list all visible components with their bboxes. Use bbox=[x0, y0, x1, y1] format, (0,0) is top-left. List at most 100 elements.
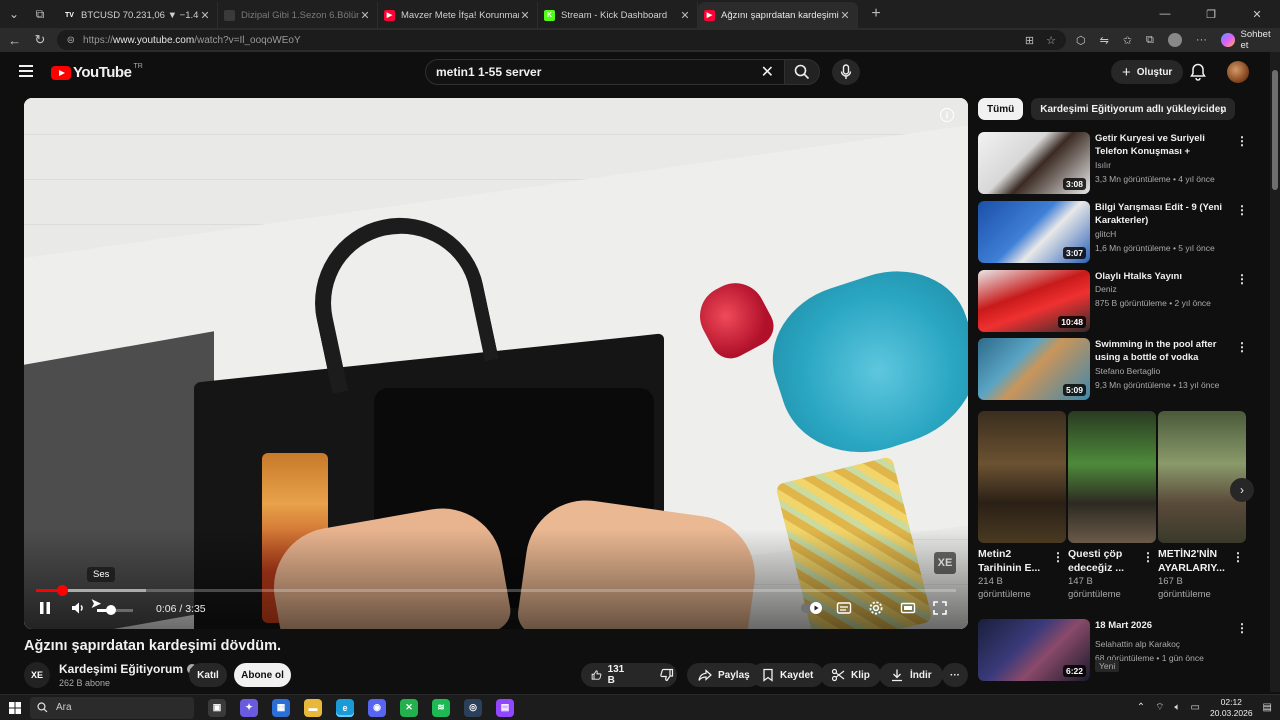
create-button[interactable]: + Oluştur bbox=[1111, 60, 1184, 84]
notifications-center-icon[interactable]: ▤ bbox=[1263, 702, 1272, 713]
video-menu-icon[interactable]: ⋮ bbox=[1236, 272, 1248, 286]
battery-icon[interactable]: ▭ bbox=[1191, 702, 1200, 713]
more-menu-icon[interactable]: ··· bbox=[1196, 34, 1207, 46]
subscribe-button[interactable]: Abone ol bbox=[234, 663, 291, 687]
video-menu-icon[interactable]: ⋮ bbox=[1236, 134, 1248, 148]
short-item[interactable]: Metin2 Tarihinin E... 214 B görüntüleme ⋮ bbox=[978, 411, 1066, 601]
maximize-icon[interactable]: ❐ bbox=[1188, 8, 1234, 21]
tab-close-icon[interactable]: ✕ bbox=[679, 9, 691, 22]
share-button[interactable]: Paylaş bbox=[687, 663, 761, 687]
account-avatar[interactable] bbox=[1227, 61, 1249, 83]
taskbar-app-copilot-icon[interactable]: ✦ bbox=[240, 698, 258, 717]
favorites-icon[interactable]: ✩ bbox=[1123, 34, 1132, 47]
taskbar-search-box[interactable]: Ara bbox=[30, 696, 194, 719]
chip-all[interactable]: Tümü bbox=[978, 98, 1024, 120]
taskbar-app-task-view-icon[interactable]: ▣ bbox=[208, 698, 226, 717]
short-item[interactable]: Questi çöp edeceğiz ... 147 B görüntüleme… bbox=[1068, 411, 1156, 601]
recommended-video[interactable]: 10:48 Olaylı Htalks Yayını Deniz 875 B görü… bbox=[978, 270, 1250, 332]
short-item[interactable]: METİN2'NİN AYARLARIY... 167 B görüntüleme… bbox=[1158, 411, 1246, 601]
url-field[interactable]: ⊜ https://www.youtube.com/watch?v=Il_ooq… bbox=[56, 30, 1066, 50]
video-channel[interactable]: Isılır bbox=[1095, 160, 1229, 170]
tray-chevron-icon[interactable]: ⌃ bbox=[1137, 702, 1145, 713]
scrubber-handle[interactable] bbox=[56, 585, 68, 596]
autoplay-toggle[interactable] bbox=[800, 601, 824, 618]
chip-from-uploader[interactable]: Kardeşimi Eğitiyorum adlı yükleyiciden bbox=[1031, 98, 1236, 120]
tab-close-icon[interactable]: ✕ bbox=[839, 9, 851, 22]
channel-avatar[interactable]: XE bbox=[24, 662, 50, 688]
tab-close-icon[interactable]: ✕ bbox=[199, 9, 211, 22]
video-menu-icon[interactable]: ⋮ bbox=[1236, 340, 1248, 354]
site-info-icon[interactable]: ⊜ bbox=[67, 35, 75, 46]
search-button[interactable] bbox=[784, 59, 820, 85]
browser-tab[interactable]: Dizipal Gibi 1.Sezon 6.Bölüm izle✕ bbox=[218, 2, 378, 28]
close-window-icon[interactable]: ✕ bbox=[1234, 8, 1280, 21]
menu-hamburger-icon[interactable] bbox=[19, 65, 33, 77]
tab-close-icon[interactable]: ✕ bbox=[359, 9, 371, 22]
subtitles-button[interactable] bbox=[836, 600, 852, 619]
video-menu-icon[interactable]: ⋮ bbox=[1236, 621, 1248, 635]
taskbar-app-discord-icon[interactable]: ◉ bbox=[368, 698, 386, 717]
channel-name-link[interactable]: Kardeşimi Eğitiyorum ✓ bbox=[59, 662, 198, 676]
more-actions-button[interactable]: ··· bbox=[942, 663, 968, 687]
taskbar-app-spotify-icon[interactable]: ≋ bbox=[432, 698, 450, 717]
taskbar-app-steam-icon[interactable]: ◎ bbox=[464, 698, 482, 717]
back-icon[interactable]: ← bbox=[2, 33, 27, 48]
video-title-link[interactable]: Swimming in the pool after using a bottl… bbox=[1095, 338, 1229, 364]
video-title-link[interactable]: 18 Mart 2026 bbox=[1095, 619, 1229, 632]
browser-tab[interactable]: ▶ Mavzer Mete İfşa! Korunmanız Laz✕ bbox=[378, 2, 538, 28]
fullscreen-button[interactable] bbox=[932, 600, 948, 619]
taskbar-app-explorer-icon[interactable]: ▬ bbox=[304, 698, 322, 717]
save-button[interactable]: Kaydet bbox=[751, 663, 825, 687]
taskbar-app-twitch-icon[interactable]: ▤ bbox=[496, 698, 514, 717]
short-title[interactable]: METİN2'NİN AYARLARIY... bbox=[1158, 547, 1228, 575]
network-icon[interactable]: ⌔ bbox=[1155, 701, 1164, 714]
search-input[interactable]: metin1 1-55 server ✕ bbox=[425, 59, 785, 85]
page-scrollbar[interactable] bbox=[1270, 52, 1280, 692]
scrollbar-thumb[interactable] bbox=[1272, 70, 1278, 190]
shorts-next-chevron-icon[interactable]: › bbox=[1230, 478, 1254, 502]
voice-search-button[interactable] bbox=[832, 59, 860, 85]
video-channel[interactable]: glitcH bbox=[1095, 229, 1229, 239]
theater-mode-button[interactable] bbox=[900, 600, 916, 619]
refresh-icon[interactable]: ↻ bbox=[27, 32, 52, 48]
taskbar-app-store-icon[interactable]: ▦ bbox=[272, 698, 290, 717]
short-menu-icon[interactable]: ⋮ bbox=[1142, 550, 1154, 564]
notifications-button[interactable] bbox=[1190, 63, 1206, 84]
collections-icon[interactable]: ⧉ bbox=[1146, 34, 1154, 47]
taskbar-app-edge-icon[interactable]: e bbox=[336, 698, 354, 717]
profile-avatar-icon[interactable] bbox=[1167, 33, 1182, 47]
video-channel[interactable]: Selahattin alp Karakoç bbox=[1095, 639, 1229, 649]
browser-tab[interactable]: K Stream - Kick Dashboard ✕ bbox=[538, 2, 698, 28]
copilot-button[interactable]: Sohbet et bbox=[1220, 29, 1280, 51]
short-title[interactable]: Metin2 Tarihinin E... bbox=[978, 547, 1048, 575]
favorite-star-icon[interactable]: ☆ bbox=[1046, 34, 1056, 47]
recommended-video[interactable]: 3:07 Bilgi Yarışması Edit - 9 (Yeni Karak… bbox=[978, 201, 1250, 263]
video-thumbnail[interactable]: 10:48 bbox=[978, 270, 1090, 332]
recommended-video[interactable]: 3:08 Getir Kuryesi ve Suriyeli Telefon Ko… bbox=[978, 132, 1250, 194]
extensions-icon[interactable]: ⬡ bbox=[1076, 34, 1086, 47]
join-button[interactable]: Katıl bbox=[189, 663, 227, 687]
short-menu-icon[interactable]: ⋮ bbox=[1052, 550, 1064, 564]
video-thumbnail[interactable]: 5:09 bbox=[978, 338, 1090, 400]
short-menu-icon[interactable]: ⋮ bbox=[1232, 550, 1244, 564]
info-icon[interactable]: i bbox=[940, 108, 954, 122]
browser-tab[interactable]: TV BTCUSD 70.231,06 ▼ −1.46% Adsız✕ bbox=[58, 2, 218, 28]
clock[interactable]: 02:12 20.03.2026 bbox=[1210, 697, 1253, 719]
video-title-link[interactable]: Bilgi Yarışması Edit - 9 (Yeni Karakterl… bbox=[1095, 201, 1229, 227]
split-screen-icon[interactable]: ⇋ bbox=[1100, 34, 1109, 47]
short-thumbnail[interactable] bbox=[1158, 411, 1246, 543]
video-channel[interactable]: Deniz bbox=[1095, 284, 1229, 294]
video-title-link[interactable]: Getir Kuryesi ve Suriyeli Telefon Konuşm… bbox=[1095, 132, 1229, 158]
start-button[interactable] bbox=[0, 701, 30, 714]
tab-actions-chevron-icon[interactable]: ⌄ bbox=[2, 2, 26, 26]
video-title-link[interactable]: Olaylı Htalks Yayını bbox=[1095, 270, 1229, 283]
like-button[interactable]: 131 B bbox=[581, 663, 638, 687]
video-thumbnail[interactable]: 3:08 bbox=[978, 132, 1090, 194]
recommended-video[interactable]: 5:09 Swimming in the pool after using a b… bbox=[978, 338, 1250, 400]
workspaces-icon[interactable]: ⧉ bbox=[28, 2, 52, 26]
tab-close-icon[interactable]: ✕ bbox=[519, 9, 531, 22]
video-player[interactable]: i XE Ses ➤ 0:06 / 3:35 bbox=[24, 98, 968, 629]
video-menu-icon[interactable]: ⋮ bbox=[1236, 203, 1248, 217]
taskbar-app-xbox-icon[interactable]: ✕ bbox=[400, 698, 418, 717]
dislike-button[interactable] bbox=[650, 663, 684, 687]
